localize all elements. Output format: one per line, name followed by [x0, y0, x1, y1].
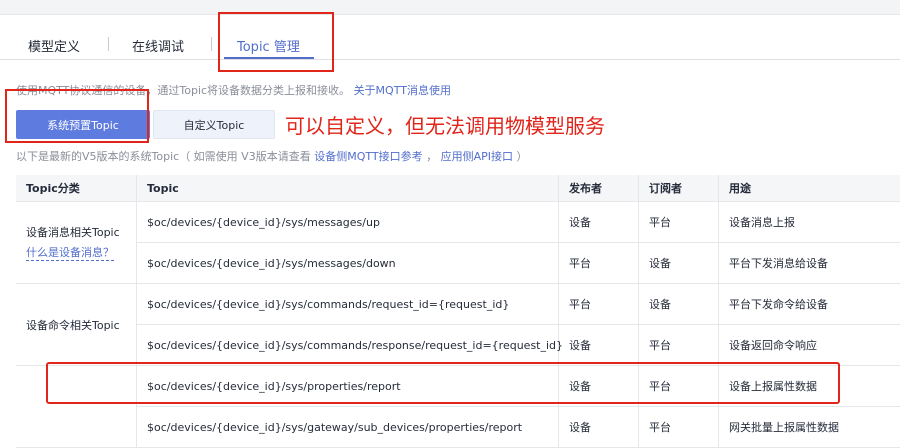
header-category: Topic分类 — [16, 175, 137, 202]
tab-bar: 模型定义 在线调试 Topic 管理 — [0, 16, 900, 60]
usage-cell: 设备消息上报 — [719, 202, 900, 243]
subscriber-cell: 设备 — [639, 243, 719, 284]
usage-cell: 设备返回命令响应 — [719, 325, 900, 366]
annotation-text: 可以自定义，但无法调用物模型服务 — [285, 114, 605, 138]
v5-note: 以下是最新的V5版本的系统Topic（ 如需使用 V3版本请查看 设备侧MQTT… — [16, 148, 528, 164]
subscriber-cell: 平台 — [639, 366, 719, 407]
tab-online-debug[interactable]: 在线调试 — [132, 36, 184, 55]
publisher-cell: 设备 — [559, 407, 639, 448]
usage-cell: 平台下发命令给设备 — [719, 284, 900, 325]
active-tab-indicator — [224, 57, 314, 59]
what-is-device-message-link[interactable]: 什么是设备消息？ — [26, 244, 114, 261]
topic-cell: $oc/devices/{device_id}/sys/commands/res… — [137, 325, 563, 366]
publisher-cell: 平台 — [559, 243, 639, 284]
topic-cell: $oc/devices/{device_id}/sys/properties/r… — [137, 366, 559, 407]
subscriber-cell: 平台 — [639, 202, 719, 243]
subscriber-cell: 设备 — [639, 284, 719, 325]
v5-note-suffix: ） — [513, 150, 528, 163]
top-bar — [0, 0, 900, 15]
v5-note-prefix: 以下是最新的V5版本的系统Topic（ 如需使用 V3版本请查看 — [16, 150, 315, 163]
topic-cell: $oc/devices/{device_id}/sys/commands/req… — [137, 284, 559, 325]
usage-cell: 网关批量上报属性数据 — [719, 407, 900, 448]
device-mqtt-reference-link[interactable]: 设备侧MQTT接口参考 — [314, 150, 422, 163]
subscriber-cell: 平台 — [639, 325, 719, 366]
category-device-properties — [16, 366, 137, 448]
header-publisher: 发布者 — [559, 175, 639, 202]
header-topic: Topic — [137, 175, 559, 202]
usage-cell: 设备上报属性数据 — [719, 366, 900, 407]
subscriber-cell: 平台 — [639, 407, 719, 448]
usage-cell: 平台下发消息给设备 — [719, 243, 900, 284]
tab-separator — [211, 37, 212, 51]
category-label: 设备消息相关Topic — [26, 226, 120, 239]
preset-topic-button[interactable]: 系统预置Topic — [16, 110, 150, 139]
topic-cell: $oc/devices/{device_id}/sys/gateway/sub_… — [137, 407, 559, 448]
topic-cell: $oc/devices/{device_id}/sys/messages/dow… — [137, 243, 559, 284]
category-label: 设备命令相关Topic — [26, 318, 120, 332]
header-usage: 用途 — [719, 175, 900, 202]
publisher-cell: 设备 — [559, 325, 639, 366]
tab-model-definition[interactable]: 模型定义 — [28, 36, 80, 55]
category-device-messages: 设备消息相关Topic 什么是设备消息？ — [16, 202, 137, 284]
category-device-commands: 设备命令相关Topic — [16, 284, 137, 366]
intro-text: 使用MQTT协议通信的设备，通过Topic将设备数据分类上报和接收。 关于MQT… — [16, 82, 451, 98]
custom-topic-button[interactable]: 自定义Topic — [153, 110, 275, 139]
v5-note-mid: ， — [422, 150, 441, 163]
app-api-link[interactable]: 应用侧API接口 — [441, 150, 513, 163]
tab-separator — [108, 37, 109, 51]
header-subscriber: 订阅者 — [639, 175, 719, 202]
topic-cell: $oc/devices/{device_id}/sys/messages/up — [137, 202, 559, 243]
mqtt-usage-link[interactable]: 关于MQTT消息使用 — [354, 84, 451, 97]
publisher-cell: 设备 — [559, 202, 639, 243]
publisher-cell: 平台 — [559, 284, 639, 325]
publisher-cell: 设备 — [559, 366, 639, 407]
tab-topic-management[interactable]: Topic 管理 — [237, 36, 300, 55]
intro-description: 使用MQTT协议通信的设备，通过Topic将设备数据分类上报和接收。 — [16, 84, 351, 97]
